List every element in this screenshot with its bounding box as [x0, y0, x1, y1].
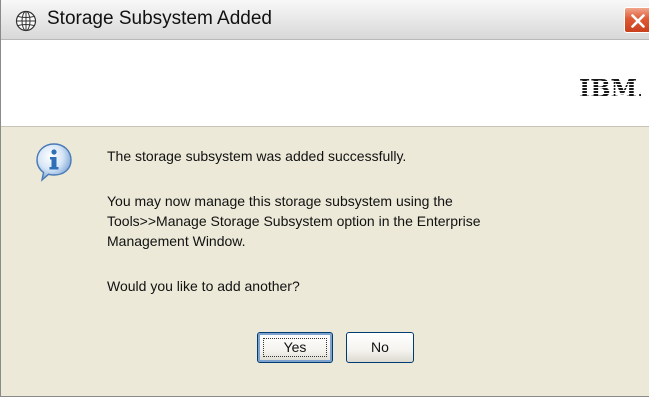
close-icon: [631, 14, 645, 28]
logo-banner: IBM.: [1, 40, 649, 127]
message-line-3: Tools>>Manage Storage Subsystem option i…: [107, 213, 481, 229]
question-text: Would you like to add another?: [107, 278, 300, 294]
globe-icon: [15, 10, 37, 32]
no-button[interactable]: No: [346, 332, 414, 363]
yes-button[interactable]: Yes: [257, 332, 333, 363]
info-icon: [33, 141, 75, 183]
svg-text:IBM.: IBM.: [579, 76, 641, 100]
success-message: The storage subsystem was added successf…: [107, 148, 407, 164]
message-line-4: Management Window.: [107, 233, 246, 249]
window-title: Storage Subsystem Added: [47, 8, 272, 29]
no-button-label: No: [371, 339, 389, 355]
title-bar[interactable]: Storage Subsystem Added: [1, 0, 649, 40]
ibm-logo: IBM.: [579, 76, 641, 100]
dialog-window: Storage Subsystem Added IBM. The storage…: [0, 0, 649, 397]
close-button[interactable]: [624, 7, 649, 33]
yes-button-label: Yes: [283, 339, 307, 355]
dialog-body: The storage subsystem was added successf…: [1, 127, 649, 396]
message-line-2: You may now manage this storage subsyste…: [107, 193, 453, 209]
